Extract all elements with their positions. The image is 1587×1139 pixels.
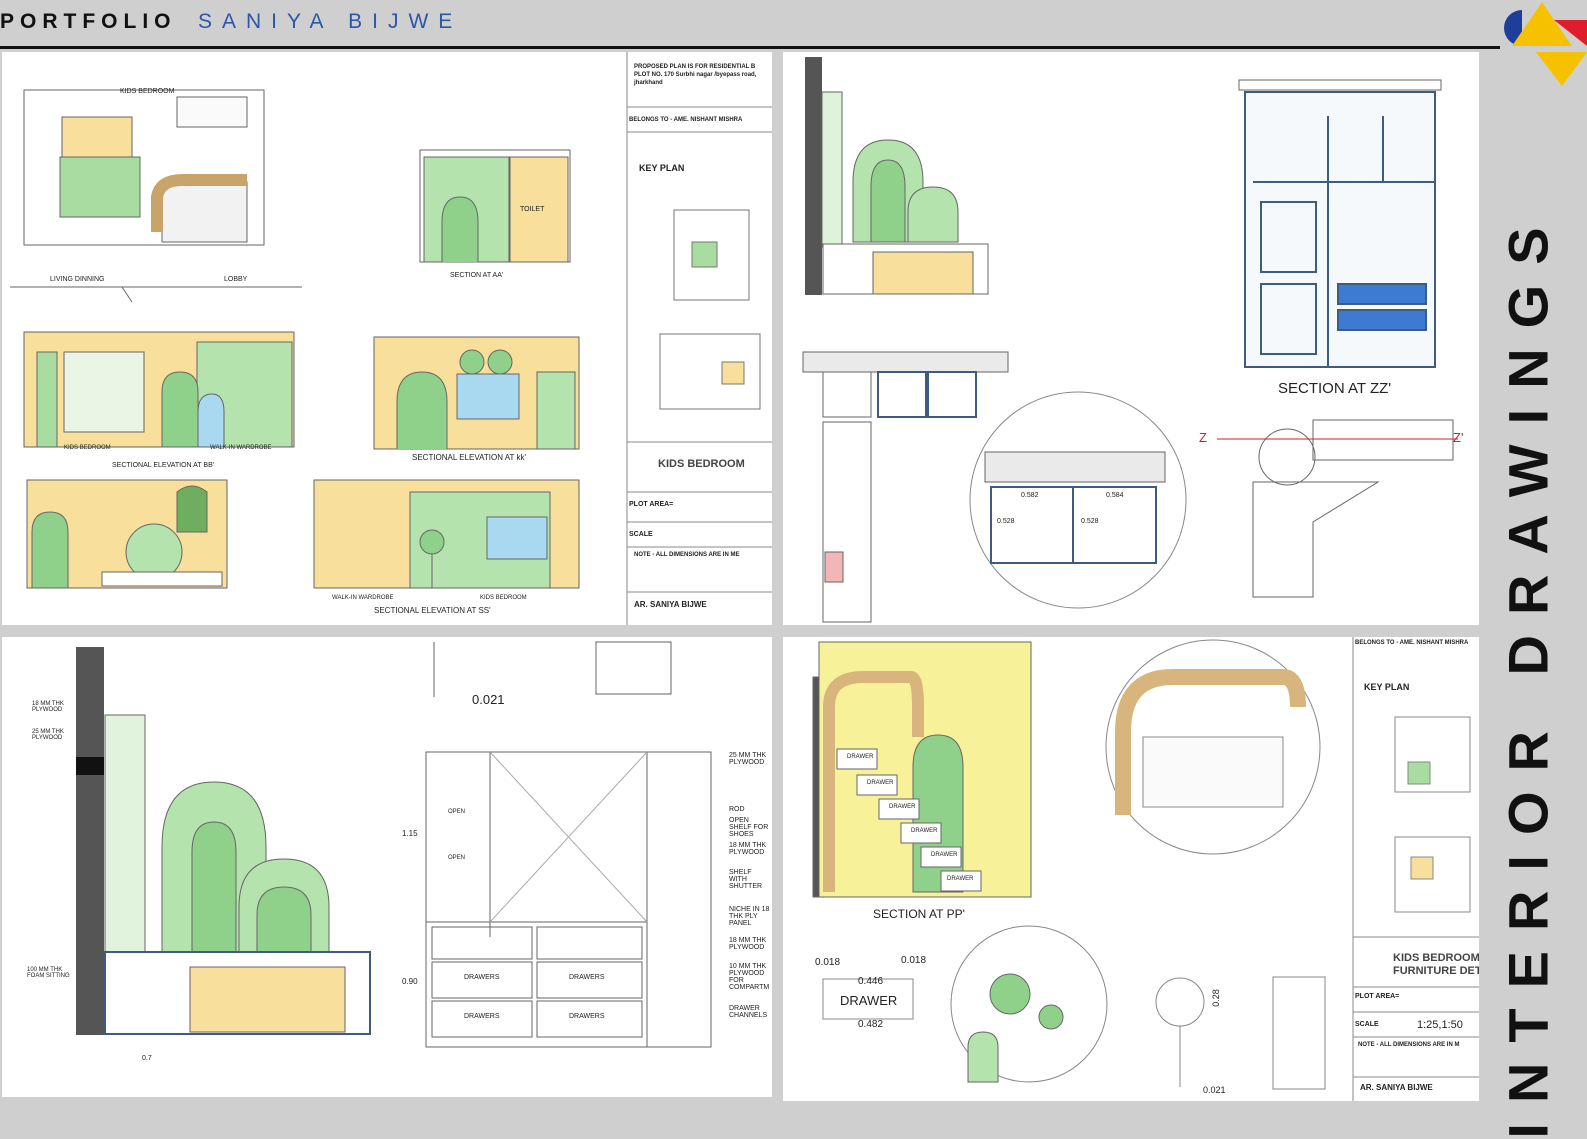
- sheet1-drawing: [10, 52, 772, 625]
- dim-0582: 0.582: [1021, 492, 1039, 499]
- dim-0446: 0.446: [858, 976, 884, 987]
- label-elev-kids-2: KIDS BEDROOM: [480, 595, 527, 601]
- tb4-scale-value: 1:25,1:50: [1417, 1019, 1463, 1031]
- step-drawer-2: DRAWER: [867, 780, 894, 786]
- tb4-title-2: FURNITURE DET: [1393, 965, 1479, 977]
- tb-scale: SCALE: [629, 531, 653, 538]
- tb-key-plan: KEY PLAN: [639, 163, 685, 173]
- caption-section-aa: SECTION AT AA': [450, 272, 504, 279]
- tb-drawing-title: KIDS BEDROOM: [658, 458, 745, 470]
- dim-115: 1.15: [402, 829, 418, 838]
- drawer-detail-label: DRAWER: [840, 993, 898, 1008]
- caption-section-kk: SECTIONAL ELEVATION AT kk': [412, 453, 526, 462]
- tb-note: NOTE - ALL DIMENSIONS ARE IN ME: [634, 552, 740, 558]
- side-title-text: INTERIOR DRAWINGS: [1496, 207, 1560, 1139]
- label-living-dinning: LIVING DINNING: [50, 276, 105, 283]
- note-9: DRAWER CHANNELS: [729, 1005, 768, 1019]
- note-8: 10 MM THK PLYWOOD FOR COMPARTM: [729, 963, 770, 991]
- dim-0528b: 0.528: [1081, 518, 1099, 525]
- tb4-key-plan: KEY PLAN: [1364, 682, 1410, 692]
- sheet-section-zz: SECTION AT ZZ' Z Z' 0.582 0.584 0.528 0.…: [783, 52, 1479, 625]
- sheet2-drawing: [802, 57, 1458, 623]
- side-title: INTERIOR DRAWINGS: [1497, 207, 1560, 1138]
- caption-section-pp: SECTION AT PP': [873, 907, 965, 921]
- dim-0018a: 0.018: [815, 957, 841, 968]
- step-drawer-6: DRAWER: [947, 876, 974, 882]
- sheet4-drawing: [812, 637, 1479, 1101]
- tb-proposal: PROPOSED PLAN IS FOR RESIDENTIAL B: [634, 64, 756, 70]
- tb-plot: PLOT NO. 170 Surbhi nagar /byepass road,: [634, 72, 757, 78]
- dim-07: 0.7: [142, 1055, 152, 1062]
- tb4-plot-area: PLOT AREA=: [1355, 993, 1400, 1000]
- label-18mm-plywood: 18 MM THK PLYWOOD: [32, 701, 64, 713]
- note-6: NICHE IN 18 THK PLY PANEL: [729, 906, 770, 927]
- label-drawers-4: DRAWERS: [569, 1013, 605, 1020]
- sheet3-drawing: [76, 641, 712, 1048]
- header-divider: [0, 46, 1500, 49]
- tb-plot-area: PLOT AREA=: [629, 501, 674, 508]
- dim-0021: 0.021: [472, 692, 505, 707]
- label-elev-walkin-2: WALK-IN WARDROBE: [332, 595, 394, 601]
- label-elev-kids: KIDS BEDROOM: [64, 445, 111, 451]
- note-5: SHELF WITH SHUTTER: [729, 869, 763, 890]
- step-drawer-1: DRAWER: [847, 754, 874, 760]
- tb-state: jharkhand: [634, 80, 663, 86]
- step-drawer-3: DRAWER: [889, 804, 916, 810]
- step-drawer-5: DRAWER: [931, 852, 958, 858]
- dim-090: 0.90: [402, 977, 418, 986]
- tb4-belongs: BELONGS TO - AME. NISHANT MISHRA: [1355, 640, 1469, 646]
- label-25mm-plywood: 25 MM THK PLYWOOD: [32, 729, 64, 741]
- dim-0021-b: 0.021: [1203, 1085, 1226, 1095]
- author-name: SANIYA BIJWE: [198, 10, 463, 33]
- header-bar: PORTFOLIO SANIYA BIJWE: [0, 0, 1587, 46]
- tb-architect: AR. SANIYA BIJWE: [634, 600, 707, 609]
- sheet-wardrobe: 0.021 18 MM THK PLYWOOD 25 MM THK PLYWOO…: [2, 637, 772, 1097]
- sheet-section-pp: SECTION AT PP' DRAWER DRAWER DRAWER DRAW…: [783, 637, 1479, 1101]
- caption-section-ss: SECTIONAL ELEVATION AT SS': [374, 606, 491, 615]
- label-kids-bedroom: KIDS BEDROOM: [120, 88, 175, 95]
- tb-belongs: BELONGS TO - AME. NISHANT MISHRA: [629, 117, 743, 123]
- dim-0584: 0.584: [1106, 492, 1124, 499]
- tb4-architect: AR. SANIYA BIJWE: [1360, 1083, 1433, 1092]
- dim-0482: 0.482: [858, 1019, 884, 1030]
- label-z-right: Z': [1453, 430, 1464, 445]
- dim-028: 0.28: [1210, 989, 1221, 1007]
- note-3: OPEN SHELF FOR SHOES: [729, 817, 769, 838]
- tb4-title-1: KIDS BEDROOM: [1393, 952, 1479, 964]
- label-drawers-3: DRAWERS: [464, 1013, 500, 1020]
- label-lobby: LOBBY: [224, 276, 248, 283]
- label-drawers-1: DRAWERS: [464, 974, 500, 981]
- step-drawer-4: DRAWER: [911, 828, 938, 834]
- label-open-2: OPEN: [448, 855, 466, 861]
- brand-logo-icon: [1504, 2, 1587, 86]
- note-4: 18 MM THK PLYWOOD: [729, 842, 767, 856]
- tb4-scale: SCALE: [1355, 1021, 1379, 1028]
- label-open-1: OPEN: [448, 809, 466, 815]
- tb4-note: NOTE - ALL DIMENSIONS ARE IN M: [1358, 1042, 1460, 1048]
- note-2: ROD: [729, 806, 745, 813]
- sheet-kids-bedroom: KIDS BEDROOM LIVING DINNING LOBBY TOILET…: [2, 52, 772, 625]
- caption-section-zz: SECTION AT ZZ': [1278, 380, 1392, 397]
- label-toilet: TOILET: [520, 206, 545, 213]
- label-foam-sitting: 100 MM THK FOAM SITTING: [27, 967, 70, 979]
- caption-section-bb: SECTIONAL ELEVATION AT BB': [112, 462, 215, 469]
- dim-0018b: 0.018: [901, 955, 927, 966]
- label-z-left: Z: [1199, 430, 1207, 445]
- dim-0528a: 0.528: [997, 518, 1015, 525]
- label-drawers-2: DRAWERS: [569, 974, 605, 981]
- portfolio-title: PORTFOLIO: [0, 10, 177, 33]
- label-elev-walkin: WALK-IN WARDROBE: [210, 445, 272, 451]
- note-1: 25 MM THK PLYWOOD: [729, 752, 767, 766]
- note-7: 18 MM THK PLYWOOD: [729, 937, 767, 951]
